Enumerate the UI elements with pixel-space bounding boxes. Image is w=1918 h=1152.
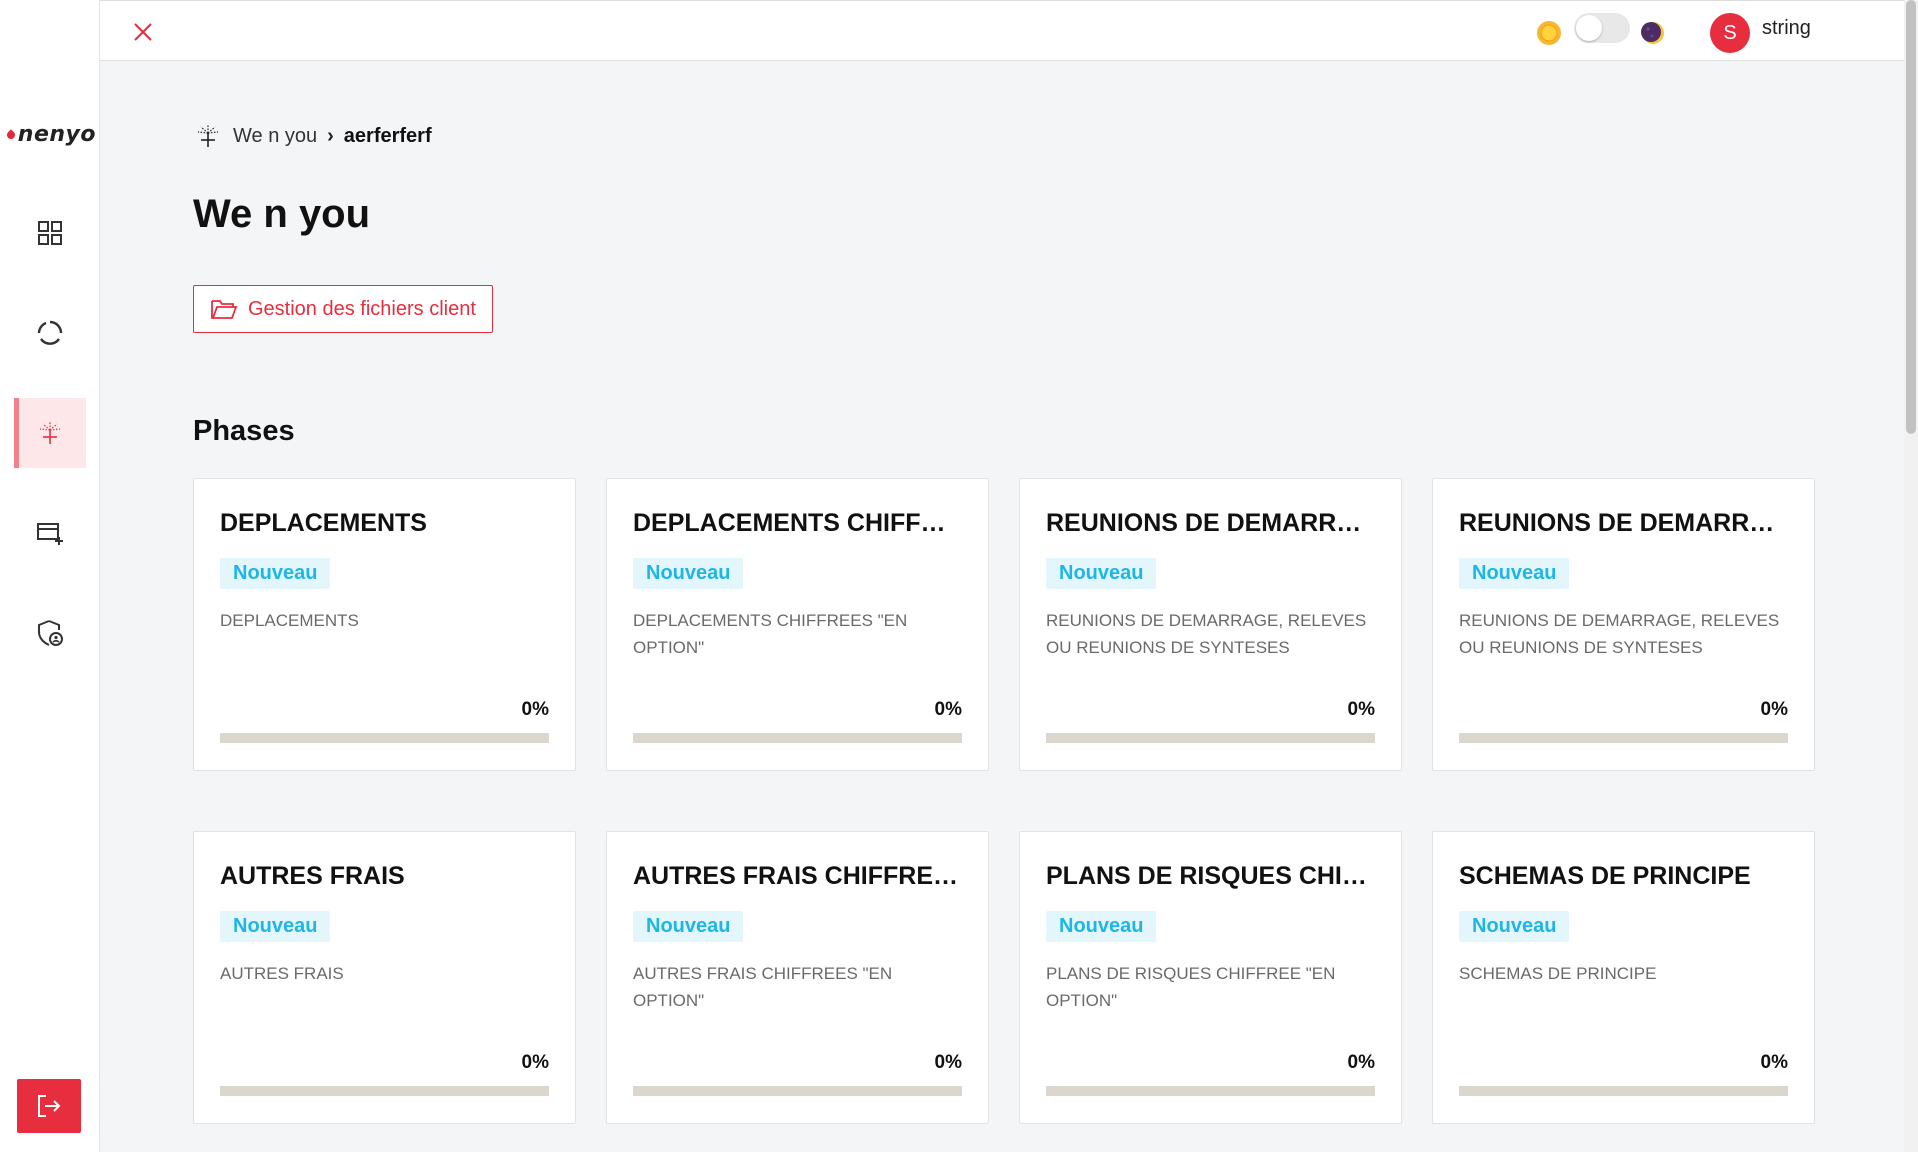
- progress-bar: [633, 733, 962, 743]
- avatar: S: [1710, 13, 1750, 53]
- logo-text: nenyo: [17, 122, 96, 147]
- phase-percent: 0%: [1760, 1052, 1788, 1073]
- status-badge: Nouveau: [1459, 558, 1570, 589]
- theme-toggle-knob: [1576, 15, 1602, 41]
- phase-percent: 0%: [934, 1052, 962, 1073]
- phase-description: DEPLACEMENTS CHIFFREES "EN OPTION": [633, 611, 908, 657]
- app-logo[interactable]: nenyo: [6, 118, 96, 152]
- phase-title: PLANS DE RISQUES CHIFFREE "EN OPTION": [1046, 862, 1375, 890]
- status-badge: Nouveau: [1459, 911, 1570, 942]
- phase-percent: 0%: [1760, 699, 1788, 720]
- phase-title: DEPLACEMENTS: [220, 509, 427, 537]
- phase-percent: 0%: [521, 1052, 549, 1073]
- user-menu[interactable]: S string: [1710, 11, 1811, 53]
- sidebar: nenyo: [0, 0, 100, 1152]
- breadcrumb-current: aerferferf: [343, 124, 432, 147]
- phase-percent: 0%: [1347, 699, 1375, 720]
- phase-title: AUTRES FRAIS: [220, 862, 405, 890]
- progress-bar: [220, 733, 549, 743]
- sun-icon: [1537, 21, 1561, 45]
- phase-description: PLANS DE RISQUES CHIFFREE "EN OPTION": [1046, 964, 1336, 1010]
- dashboard-icon: [38, 221, 62, 245]
- sidebar-item-new-card[interactable]: [14, 498, 86, 568]
- phases-heading: Phases: [193, 415, 295, 447]
- progress-bar: [1046, 1086, 1375, 1096]
- scrollbar-thumb[interactable]: [1906, 0, 1916, 434]
- phases-grid: DEPLACEMENTS Nouveau DEPLACEMENTS 0% DEP…: [193, 478, 1823, 1124]
- client-files-button[interactable]: Gestion des fichiers client: [193, 285, 493, 333]
- phase-card[interactable]: REUNIONS DE DEMARRAGE, RELEVES OU REUNIO…: [1432, 478, 1815, 771]
- phase-description: REUNIONS DE DEMARRAGE, RELEVES OU REUNIO…: [1046, 611, 1367, 657]
- phase-card[interactable]: AUTRES FRAIS Nouveau AUTRES FRAIS 0%: [193, 831, 576, 1124]
- theme-switcher: [1536, 11, 1666, 51]
- phase-title: DEPLACEMENTS CHIFFREES "EN OPTION": [633, 509, 962, 537]
- breadcrumb-separator: ›: [327, 124, 334, 147]
- sidebar-item-security[interactable]: [14, 598, 86, 668]
- phase-card[interactable]: DEPLACEMENTS CHIFFREES "EN OPTION" Nouve…: [606, 478, 989, 771]
- phase-title: REUNIONS DE DEMARRAGE, RELEVES OU REUNIO…: [1046, 509, 1375, 537]
- folder-open-icon: [211, 300, 238, 319]
- phase-description: DEPLACEMENTS: [220, 611, 359, 630]
- phase-title: SCHEMAS DE PRINCIPE: [1459, 862, 1751, 890]
- shield-user-icon: [38, 620, 63, 646]
- moon-icon: [1641, 22, 1664, 44]
- breadcrumb-parent[interactable]: We n you: [233, 125, 317, 148]
- close-icon[interactable]: [130, 19, 156, 45]
- phase-description: AUTRES FRAIS: [220, 964, 344, 983]
- phase-card[interactable]: PLANS DE RISQUES CHIFFREE "EN OPTION" No…: [1019, 831, 1402, 1124]
- logo-drop-icon: [6, 128, 15, 142]
- phase-title: REUNIONS DE DEMARRAGE, RELEVES OU REUNIO…: [1459, 509, 1788, 537]
- top-bar: S string: [100, 0, 1904, 61]
- logout-button[interactable]: [17, 1079, 81, 1133]
- page-title: We n you: [193, 192, 371, 236]
- sidebar-item-progress[interactable]: [14, 298, 86, 368]
- status-badge: Nouveau: [1046, 558, 1157, 589]
- phase-card[interactable]: SCHEMAS DE PRINCIPE Nouveau SCHEMAS DE P…: [1432, 831, 1815, 1124]
- sidebar-item-projects[interactable]: [14, 398, 86, 468]
- project-tree-icon: [39, 422, 61, 444]
- phase-percent: 0%: [934, 699, 962, 720]
- logout-icon: [38, 1095, 61, 1117]
- status-badge: Nouveau: [1046, 911, 1157, 942]
- phase-percent: 0%: [1347, 1052, 1375, 1073]
- circle-loader-icon: [37, 320, 63, 345]
- phase-card[interactable]: REUNIONS DE DEMARRAGE, RELEVES OU REUNIO…: [1019, 478, 1402, 771]
- scrollbar[interactable]: [1904, 0, 1918, 1152]
- phase-card[interactable]: AUTRES FRAIS CHIFFREES "EN OPTION" Nouve…: [606, 831, 989, 1124]
- phase-description: REUNIONS DE DEMARRAGE, RELEVES OU REUNIO…: [1459, 611, 1780, 657]
- phase-card[interactable]: DEPLACEMENTS Nouveau DEPLACEMENTS 0%: [193, 478, 576, 771]
- progress-bar: [1459, 1086, 1788, 1096]
- status-badge: Nouveau: [220, 558, 331, 589]
- phase-description: SCHEMAS DE PRINCIPE: [1459, 964, 1657, 983]
- phase-description: AUTRES FRAIS CHIFFREES "EN OPTION": [633, 964, 893, 1010]
- user-name: string: [1762, 17, 1811, 39]
- theme-toggle[interactable]: [1574, 13, 1630, 43]
- project-tree-icon: [197, 125, 219, 147]
- add-card-icon: [37, 523, 63, 545]
- progress-bar: [220, 1086, 549, 1096]
- phase-title: AUTRES FRAIS CHIFFREES "EN OPTION": [633, 862, 962, 890]
- main-content: We n you › aerferferf We n you Gestion d…: [193, 118, 1823, 1124]
- sidebar-item-dashboard[interactable]: [14, 198, 86, 268]
- progress-bar: [1459, 733, 1788, 743]
- status-badge: Nouveau: [633, 911, 744, 942]
- phase-percent: 0%: [521, 699, 549, 720]
- status-badge: Nouveau: [220, 911, 331, 942]
- status-badge: Nouveau: [633, 558, 744, 589]
- client-files-button-label: Gestion des fichiers client: [248, 297, 476, 320]
- progress-bar: [1046, 733, 1375, 743]
- progress-bar: [633, 1086, 962, 1096]
- breadcrumb: We n you › aerferferf: [193, 118, 1823, 154]
